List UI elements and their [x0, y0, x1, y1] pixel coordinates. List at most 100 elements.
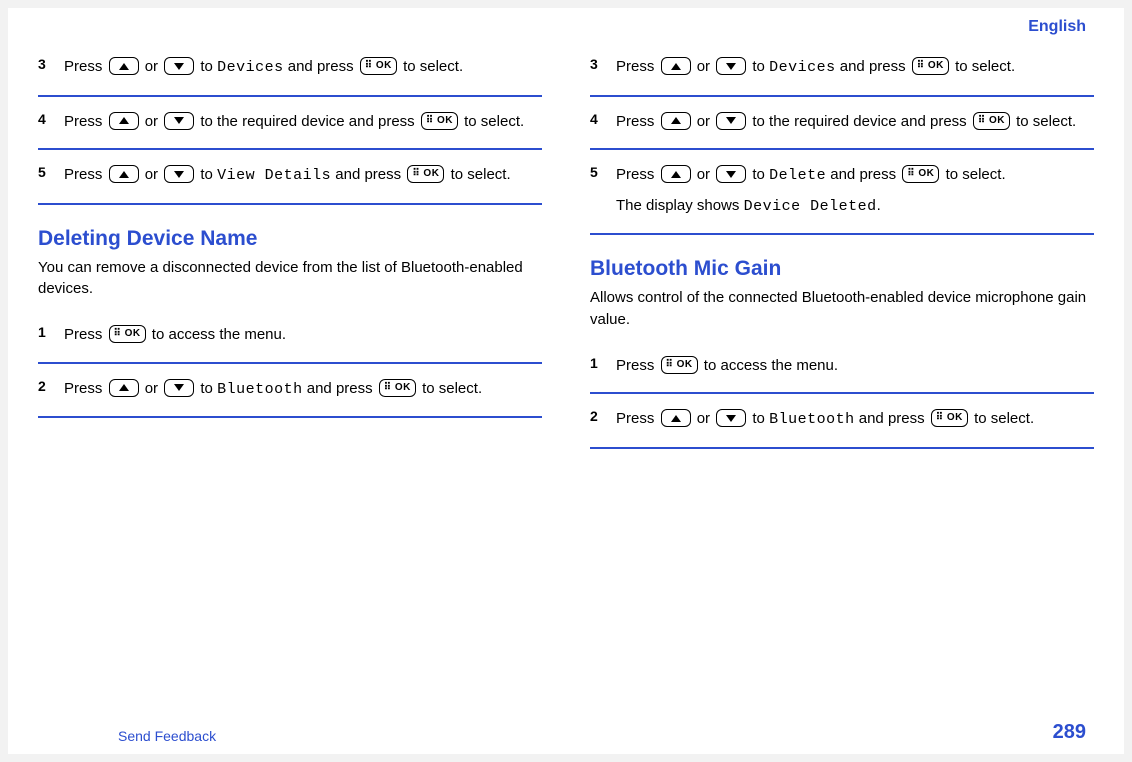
menu-label: View Details: [217, 167, 331, 184]
text: Press: [64, 166, 107, 183]
step-body: Press or to Bluetooth and press ⠿ OK to …: [64, 376, 542, 407]
ok-button-icon: ⠿ OK: [973, 112, 1010, 130]
text: or: [697, 113, 715, 130]
text: Press: [616, 166, 659, 183]
down-button-icon: [716, 165, 746, 183]
text: to access the menu.: [704, 357, 838, 374]
section-heading: Bluetooth Mic Gain: [590, 257, 1094, 281]
menu-label: Bluetooth: [769, 411, 855, 428]
step-item: 1 Press ⠿ OK to access the menu.: [590, 341, 1094, 395]
text: to select.: [451, 166, 511, 183]
ok-button-icon: ⠿ OK: [109, 325, 146, 343]
text: and press: [830, 166, 900, 183]
up-button-icon: [109, 57, 139, 75]
step-body: Press or to Delete and press ⠿ OK to sel…: [616, 162, 1094, 223]
text: or: [697, 58, 715, 75]
step-item: 3 Press or to Devices and press ⠿ OK to …: [38, 42, 542, 97]
document-page: English 3 Press or to Devices and press …: [8, 8, 1124, 754]
step-number: 2: [590, 406, 616, 437]
two-column-layout: 3 Press or to Devices and press ⠿ OK to …: [38, 42, 1094, 707]
step-number: 1: [590, 353, 616, 383]
step-number: 1: [38, 322, 64, 352]
text: or: [145, 166, 163, 183]
text: or: [145, 113, 163, 130]
text: to select.: [422, 380, 482, 397]
down-button-icon: [164, 165, 194, 183]
down-button-icon: [164, 379, 194, 397]
text: Press: [64, 380, 107, 397]
text: to the required device and press: [200, 113, 418, 130]
step-body: Press or to Bluetooth and press ⠿ OK to …: [616, 406, 1094, 437]
step-number: 5: [590, 162, 616, 223]
step-item: 4 Press or to the required device and pr…: [590, 97, 1094, 151]
text: .: [877, 197, 881, 214]
text: to select.: [464, 113, 524, 130]
ok-button-icon: ⠿ OK: [931, 409, 968, 427]
up-button-icon: [661, 165, 691, 183]
ok-button-icon: ⠿ OK: [407, 165, 444, 183]
section-intro: Allows control of the connected Bluetoot…: [590, 287, 1094, 331]
down-button-icon: [716, 409, 746, 427]
language-header: English: [38, 18, 1094, 42]
text: Press: [616, 410, 659, 427]
down-button-icon: [716, 112, 746, 130]
text: to access the menu.: [152, 326, 286, 343]
section-heading: Deleting Device Name: [38, 227, 542, 251]
text: to: [752, 166, 769, 183]
text: Press: [616, 357, 659, 374]
ok-button-icon: ⠿ OK: [360, 57, 397, 75]
text: to: [200, 380, 217, 397]
text: and press: [335, 166, 405, 183]
step-body: Press or to Devices and press ⠿ OK to se…: [616, 54, 1094, 85]
menu-label: Device Deleted: [744, 198, 877, 215]
step-body: Press or to Devices and press ⠿ OK to se…: [64, 54, 542, 85]
down-button-icon: [164, 112, 194, 130]
page-footer: Send Feedback 289: [38, 707, 1094, 754]
ok-button-icon: ⠿ OK: [379, 379, 416, 397]
step-number: 2: [38, 376, 64, 407]
right-column: 3 Press or to Devices and press ⠿ OK to …: [590, 42, 1094, 707]
text: to select.: [403, 58, 463, 75]
menu-label: Bluetooth: [217, 381, 303, 398]
text: and press: [288, 58, 358, 75]
ok-button-icon: ⠿ OK: [421, 112, 458, 130]
text: to select.: [946, 166, 1006, 183]
step-number: 5: [38, 162, 64, 193]
text: Press: [616, 58, 659, 75]
step-item: 5 Press or to View Details and press ⠿ O…: [38, 150, 542, 205]
step-item: 3 Press or to Devices and press ⠿ OK to …: [590, 42, 1094, 97]
text: and press: [307, 380, 377, 397]
down-button-icon: [164, 57, 194, 75]
step-number: 3: [38, 54, 64, 85]
text: to select.: [1016, 113, 1076, 130]
text: and press: [840, 58, 910, 75]
text: to the required device and press: [752, 113, 970, 130]
section-intro: You can remove a disconnected device fro…: [38, 257, 542, 301]
text: to: [200, 58, 217, 75]
step-item: 5 Press or to Delete and press ⠿ OK to s…: [590, 150, 1094, 235]
text: to: [752, 58, 769, 75]
menu-label: Devices: [769, 59, 836, 76]
text: or: [697, 166, 715, 183]
up-button-icon: [109, 112, 139, 130]
send-feedback-link[interactable]: Send Feedback: [118, 728, 216, 744]
step-number: 3: [590, 54, 616, 85]
up-button-icon: [109, 379, 139, 397]
step-item: 2 Press or to Bluetooth and press ⠿ OK t…: [38, 364, 542, 419]
step-body: Press or to the required device and pres…: [616, 109, 1094, 139]
text: to: [200, 166, 217, 183]
ok-button-icon: ⠿ OK: [912, 57, 949, 75]
step-item: 1 Press ⠿ OK to access the menu.: [38, 310, 542, 364]
left-column: 3 Press or to Devices and press ⠿ OK to …: [38, 42, 542, 707]
text: and press: [859, 410, 929, 427]
up-button-icon: [109, 165, 139, 183]
text: or: [697, 410, 715, 427]
up-button-icon: [661, 57, 691, 75]
ok-button-icon: ⠿ OK: [661, 356, 698, 374]
step-body: Press or to View Details and press ⠿ OK …: [64, 162, 542, 193]
step-body: Press or to the required device and pres…: [64, 109, 542, 139]
text: Press: [616, 113, 659, 130]
step-item: 4 Press or to the required device and pr…: [38, 97, 542, 151]
step-number: 4: [590, 109, 616, 139]
step-item: 2 Press or to Bluetooth and press ⠿ OK t…: [590, 394, 1094, 449]
